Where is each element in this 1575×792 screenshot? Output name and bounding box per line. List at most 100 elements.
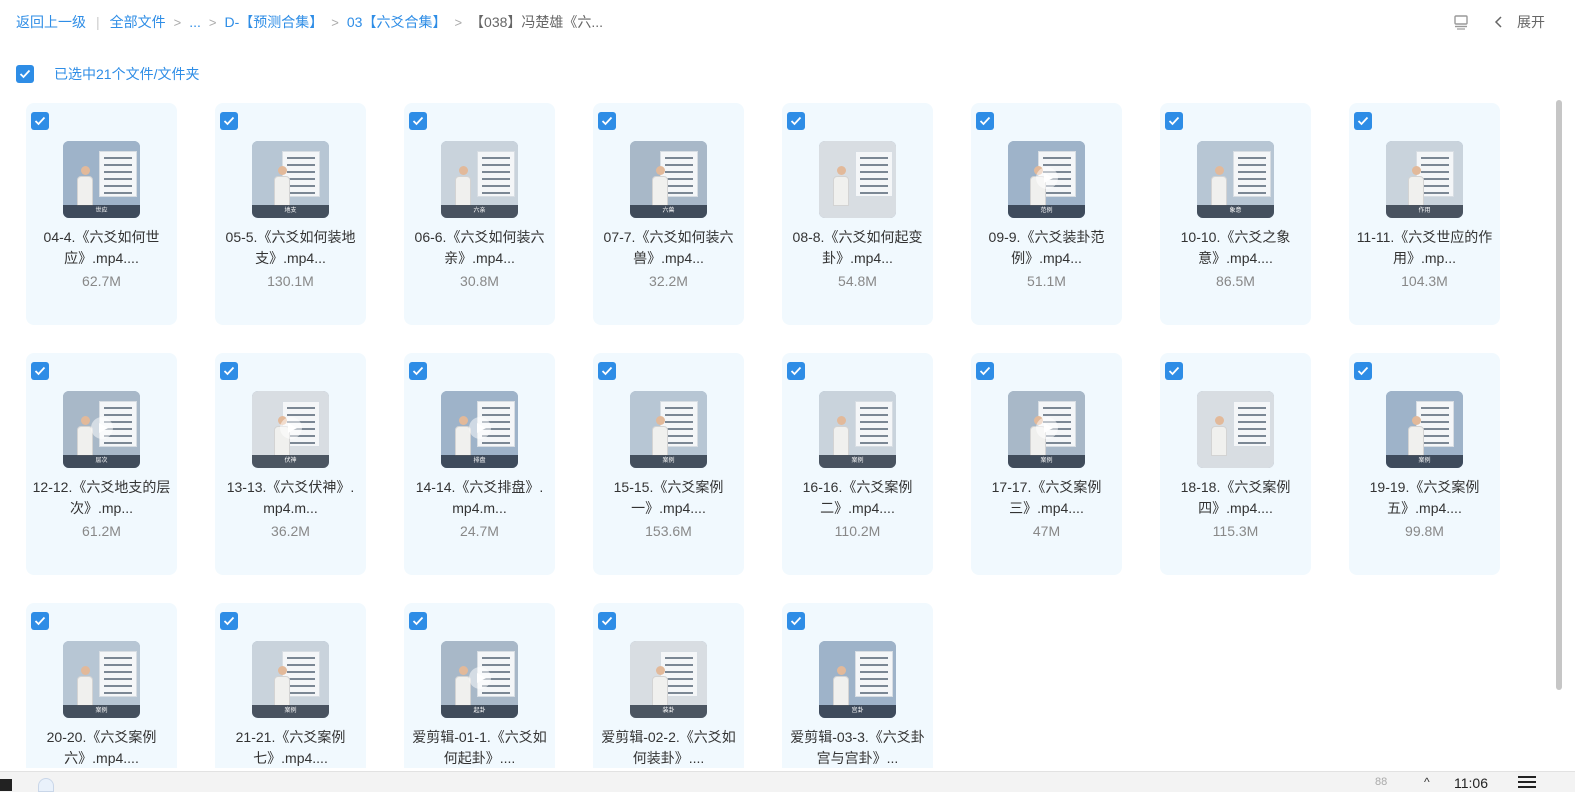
- file-name: 04-4.《六爻如何世应》.mp4....: [43, 229, 160, 266]
- file-checkbox[interactable]: [31, 612, 49, 630]
- file-card[interactable]: 案例 20-20.《六爻案例六》.mp4....: [26, 603, 177, 768]
- file-checkbox[interactable]: [598, 112, 616, 130]
- video-thumbnail[interactable]: 排盘: [441, 391, 518, 468]
- file-card[interactable]: 宫卦爱剪辑-03-3.《六爻卦宫与宫卦》...: [782, 603, 933, 768]
- video-thumbnail[interactable]: 案例: [63, 641, 140, 718]
- breadcrumb-all-files[interactable]: 全部文件: [110, 12, 166, 32]
- file-checkbox[interactable]: [787, 112, 805, 130]
- file-checkbox[interactable]: [976, 362, 994, 380]
- file-card[interactable]: 案例 17-17.《六爻案例三》.mp4.... 47M: [971, 353, 1122, 575]
- top-bar: 返回上一级 | 全部文件 > ... > D-【预测合集】 > 03【六爻合集】…: [0, 0, 1575, 44]
- file-checkbox[interactable]: [1354, 362, 1372, 380]
- app-icon[interactable]: [38, 778, 54, 792]
- file-checkbox[interactable]: [220, 612, 238, 630]
- file-card[interactable]: 象意 10-10.《六爻之象意》.mp4.... 86.5M: [1160, 103, 1311, 325]
- video-thumbnail[interactable]: 起卦: [441, 641, 518, 718]
- video-thumbnail[interactable]: 范例: [1008, 141, 1085, 218]
- file-card[interactable]: 装卦 爱剪辑-02-2.《六爻如何装卦》....: [593, 603, 744, 768]
- select-all-checkbox[interactable]: [16, 65, 34, 83]
- presenter-figure: [455, 666, 471, 706]
- file-checkbox[interactable]: [787, 362, 805, 380]
- file-checkbox[interactable]: [409, 612, 427, 630]
- expand-button[interactable]: 展开: [1493, 12, 1545, 32]
- video-thumbnail[interactable]: 六亲: [441, 141, 518, 218]
- video-thumbnail[interactable]: 案例: [1386, 391, 1463, 468]
- check-icon: [19, 69, 31, 79]
- file-checkbox[interactable]: [31, 362, 49, 380]
- file-checkbox[interactable]: [976, 112, 994, 130]
- thumbnail-caption: 案例: [1008, 455, 1085, 468]
- file-card[interactable]: 伏神 13-13.《六爻伏神》.mp4.m... 36.2M: [215, 353, 366, 575]
- file-checkbox[interactable]: [220, 362, 238, 380]
- file-card[interactable]: 案例 16-16.《六爻案例二》.mp4.... 110.2M: [782, 353, 933, 575]
- file-checkbox[interactable]: [409, 112, 427, 130]
- file-name: 13-13.《六爻伏神》.mp4.m...: [226, 479, 355, 516]
- whiteboard: [99, 151, 137, 197]
- check-icon: [223, 366, 235, 376]
- video-thumbnail[interactable]: [1197, 391, 1274, 468]
- video-thumbnail[interactable]: 层次: [63, 391, 140, 468]
- file-card[interactable]: 起卦 爱剪辑-01-1.《六爻如何起卦》....: [404, 603, 555, 768]
- file-card[interactable]: 案例 15-15.《六爻案例一》.mp4.... 153.6M: [593, 353, 744, 575]
- chevron-up-icon[interactable]: ^: [1424, 775, 1430, 789]
- scrollbar[interactable]: [1556, 100, 1562, 690]
- file-card[interactable]: 地支 05-5.《六爻如何装地支》.mp4... 130.1M: [215, 103, 366, 325]
- file-card[interactable]: 案例 19-19.《六爻案例五》.mp4.... 99.8M: [1349, 353, 1500, 575]
- file-checkbox[interactable]: [1165, 362, 1183, 380]
- layout-toggle-button[interactable]: [1453, 14, 1469, 30]
- video-thumbnail[interactable]: 象意: [1197, 141, 1274, 218]
- file-card[interactable]: 案例 21-21.《六爻案例七》.mp4....: [215, 603, 366, 768]
- file-card[interactable]: 08-8.《六爻如何起变卦》.mp4... 54.8M: [782, 103, 933, 325]
- check-icon: [1168, 366, 1180, 376]
- file-checkbox[interactable]: [1165, 112, 1183, 130]
- file-card[interactable]: 世应 04-4.《六爻如何世应》.mp4.... 62.7M: [26, 103, 177, 325]
- breadcrumb-liuyao-collection[interactable]: 03【六爻合集】: [347, 12, 447, 32]
- file-card[interactable]: 范例 09-9.《六爻装卦范例》.mp4... 51.1M: [971, 103, 1122, 325]
- file-size: 104.3M: [1401, 273, 1448, 289]
- video-thumbnail[interactable]: 案例: [252, 641, 329, 718]
- video-thumbnail[interactable]: 地支: [252, 141, 329, 218]
- start-icon[interactable]: [0, 779, 12, 791]
- file-checkbox[interactable]: [598, 612, 616, 630]
- expand-label: 展开: [1517, 14, 1545, 30]
- breadcrumb-ellipsis[interactable]: ...: [189, 14, 201, 30]
- file-grid: 世应 04-4.《六爻如何世应》.mp4.... 62.7M 地支 05-5.《六爻如何…: [26, 103, 1526, 768]
- video-thumbnail[interactable]: 案例: [630, 391, 707, 468]
- file-card[interactable]: 层次 12-12.《六爻地支的层次》.mp... 61.2M: [26, 353, 177, 575]
- file-name: 爱剪辑-03-3.《六爻卦宫与宫卦》...: [790, 729, 925, 766]
- thumbnail-caption: 起卦: [441, 705, 518, 718]
- file-checkbox[interactable]: [787, 612, 805, 630]
- presenter-figure: [1408, 166, 1424, 206]
- file-name: 12-12.《六爻地支的层次》.mp...: [32, 479, 171, 516]
- video-thumbnail[interactable]: 作用: [1386, 141, 1463, 218]
- check-icon: [790, 616, 802, 626]
- file-size: 115.3M: [1212, 523, 1259, 539]
- video-thumbnail[interactable]: 装卦: [630, 641, 707, 718]
- video-thumbnail[interactable]: 世应: [63, 141, 140, 218]
- video-thumbnail[interactable]: 案例: [819, 391, 896, 468]
- file-name: 20-20.《六爻案例六》.mp4....: [46, 729, 157, 766]
- file-card[interactable]: 六兽 07-7.《六爻如何装六兽》.mp4... 32.2M: [593, 103, 744, 325]
- file-card[interactable]: 排盘 14-14.《六爻排盘》.mp4.m... 24.7M: [404, 353, 555, 575]
- file-card[interactable]: 六亲 06-6.《六爻如何装六亲》.mp4... 30.8M: [404, 103, 555, 325]
- file-checkbox[interactable]: [598, 362, 616, 380]
- video-thumbnail[interactable]: [819, 141, 896, 218]
- presenter-figure: [1408, 416, 1424, 456]
- back-link[interactable]: 返回上一级: [16, 12, 86, 32]
- notification-icon[interactable]: [1518, 776, 1536, 790]
- presenter-figure: [77, 416, 93, 456]
- thumbnail-caption: 地支: [252, 205, 329, 218]
- check-icon: [223, 116, 235, 126]
- video-thumbnail[interactable]: 宫卦: [819, 641, 896, 718]
- file-card[interactable]: 作用 11-11.《六爻世应的作用》.mp... 104.3M: [1349, 103, 1500, 325]
- breadcrumb-prediction-collection[interactable]: D-【预测合集】: [225, 12, 324, 32]
- file-checkbox[interactable]: [31, 112, 49, 130]
- video-thumbnail[interactable]: 伏神: [252, 391, 329, 468]
- file-card[interactable]: 18-18.《六爻案例四》.mp4.... 115.3M: [1160, 353, 1311, 575]
- thumbnail-caption: 象意: [1197, 205, 1274, 218]
- video-thumbnail[interactable]: 六兽: [630, 141, 707, 218]
- file-checkbox[interactable]: [409, 362, 427, 380]
- video-thumbnail[interactable]: 案例: [1008, 391, 1085, 468]
- file-checkbox[interactable]: [220, 112, 238, 130]
- file-checkbox[interactable]: [1354, 112, 1372, 130]
